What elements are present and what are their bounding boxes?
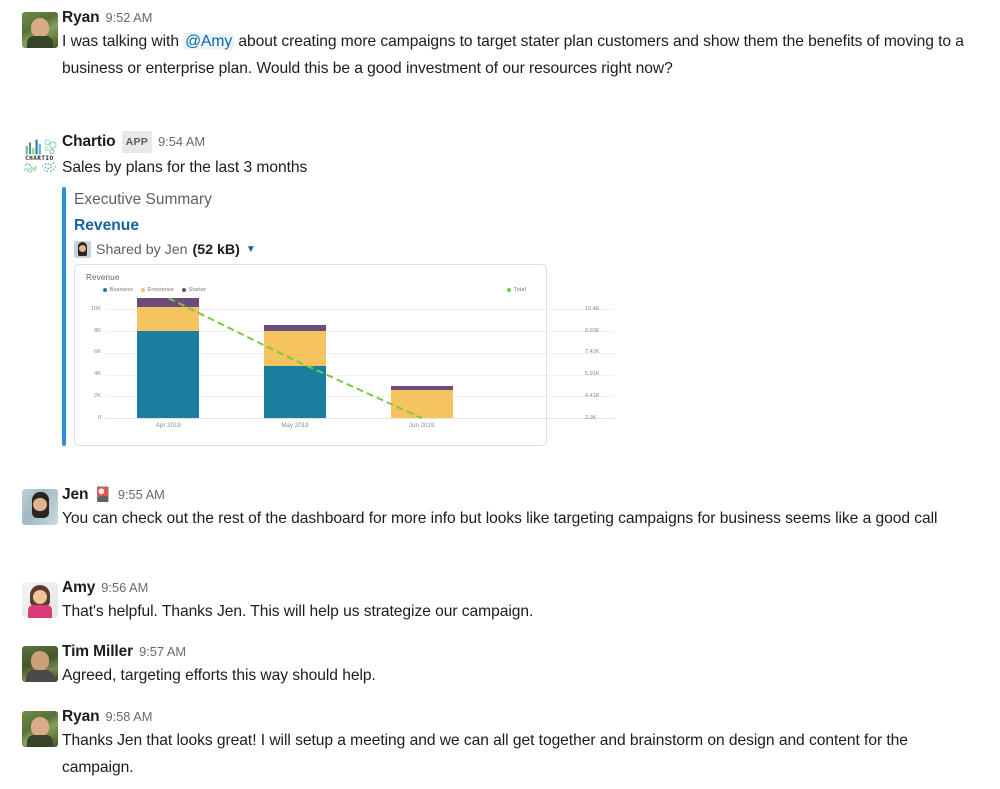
y-axis-right-tick: 10.4K <box>585 306 600 312</box>
author-name[interactable]: Ryan <box>62 707 100 727</box>
slack-message-list: Ryan 9:52 AM I was talking with @Amy abo… <box>0 0 1000 789</box>
author-name[interactable]: Amy <box>62 578 95 598</box>
message-body: Chartio APP 9:54 AM Sales by plans for t… <box>62 131 1000 446</box>
message-ryan-952: Ryan 9:52 AM I was talking with @Amy abo… <box>0 4 1000 82</box>
user-mention[interactable]: @Amy <box>183 33 235 50</box>
timestamp[interactable]: 9:57 AM <box>139 642 186 662</box>
message-tim-957: Tim Miller 9:57 AM Agreed, targeting eff… <box>0 638 1000 689</box>
message-text: That's helpful. Thanks Jen. This will he… <box>62 603 534 620</box>
message-amy-956: Amy 9:56 AM That's helpful. Thanks Jen. … <box>0 574 1000 625</box>
author-name[interactable]: Ryan <box>62 8 100 28</box>
avatar[interactable]: CHARTIO <box>22 136 62 176</box>
message-body: Amy 9:56 AM That's helpful. Thanks Jen. … <box>62 578 1000 625</box>
author-name[interactable]: Chartio <box>62 132 116 152</box>
avatar[interactable] <box>22 646 58 682</box>
message-header: Jen 🎴 9:55 AM <box>62 485 980 505</box>
avatar-column: CHARTIO <box>0 132 62 446</box>
message-header: Tim Miller 9:57 AM <box>62 642 980 662</box>
avatar-column <box>0 578 62 625</box>
message-text: Sales by plans for the last 3 months <box>62 159 308 176</box>
avatar[interactable] <box>22 489 58 525</box>
message-text: Agreed, targeting efforts this way shoul… <box>62 667 376 684</box>
message-jen-955: Jen 🎴 9:55 AM You can check out the rest… <box>0 481 1000 532</box>
y-axis-right-tick: 5.91K <box>585 371 600 378</box>
message-header: Ryan 9:52 AM <box>62 8 980 28</box>
revenue-chart-card[interactable]: Revenue Business Enterprise Starter Tota… <box>74 264 615 447</box>
y-axis-right-tick: 4.41K <box>585 392 600 399</box>
message-body: Tim Miller 9:57 AM Agreed, targeting eff… <box>62 642 1000 689</box>
timestamp[interactable]: 9:55 AM <box>118 485 165 505</box>
author-name[interactable]: Jen <box>62 485 89 505</box>
avatar-column <box>0 642 62 689</box>
y-axis-right-tick: 7.42K <box>585 349 600 356</box>
message-header: Chartio APP 9:54 AM <box>62 131 980 154</box>
message-ryan-958: Ryan 9:58 AM Thanks Jen that looks great… <box>0 703 1000 781</box>
y-axis-right-tick: 2.9K <box>585 414 597 421</box>
total-trend-line <box>167 297 423 419</box>
attachment-accent-bar <box>62 187 66 446</box>
file-size: (52 kB) <box>192 241 240 258</box>
message-chartio-954: CHARTIO Chartio APP 9:54 AM Sales by pla… <box>0 128 1000 446</box>
message-body: Jen 🎴 9:55 AM You can check out the rest… <box>62 485 1000 532</box>
sharer-avatar <box>74 241 91 258</box>
message-text: Thanks Jen that looks great! I will setu… <box>62 732 908 776</box>
app-badge: APP <box>121 131 153 153</box>
timestamp[interactable]: 9:56 AM <box>101 578 148 598</box>
author-name[interactable]: Tim Miller <box>62 642 133 662</box>
avatar-column <box>0 707 62 781</box>
attachment-meta: Shared by Jen (52 kB) ▼ <box>74 241 980 258</box>
chevron-down-icon[interactable]: ▼ <box>246 244 256 255</box>
avatar-column <box>0 485 62 532</box>
avatar[interactable] <box>22 711 58 747</box>
message-body: Ryan 9:58 AM Thanks Jen that looks great… <box>62 707 1000 781</box>
y-axis-right-tick: 8.93K <box>585 327 600 334</box>
chartio-logo-icon: CHARTIO <box>24 139 57 173</box>
avatar-column <box>0 8 62 82</box>
attachment-pretext: Executive Summary <box>74 191 212 208</box>
timestamp[interactable]: 9:54 AM <box>158 132 205 152</box>
attachment-title[interactable]: Revenue <box>74 213 980 239</box>
text-segment: I was talking with <box>62 33 184 50</box>
message-header: Amy 9:56 AM <box>62 578 980 598</box>
message-text: I was talking with @Amy about creating m… <box>62 28 967 82</box>
avatar[interactable] <box>22 582 58 618</box>
status-emoji: 🎴 <box>94 486 112 502</box>
message-text: You can check out the rest of the dashbo… <box>62 510 938 527</box>
avatar[interactable] <box>22 12 58 48</box>
chart-attachment: Executive Summary Revenue Shared by Jen … <box>62 187 980 446</box>
shared-by-label: Shared by Jen <box>96 241 188 258</box>
message-body: Ryan 9:52 AM I was talking with @Amy abo… <box>62 8 1000 82</box>
avatar-face <box>33 590 47 604</box>
svg-text:CHARTIO: CHARTIO <box>25 155 53 162</box>
message-header: Ryan 9:58 AM <box>62 707 980 727</box>
chart-plot-area: 0 2K 4K 6K 8K 10K 2.9K 4.41K 5.91K 7.42K 8.93K 10.4… <box>75 265 615 447</box>
timestamp[interactable]: 9:58 AM <box>106 707 153 727</box>
timestamp[interactable]: 9:52 AM <box>106 8 153 28</box>
